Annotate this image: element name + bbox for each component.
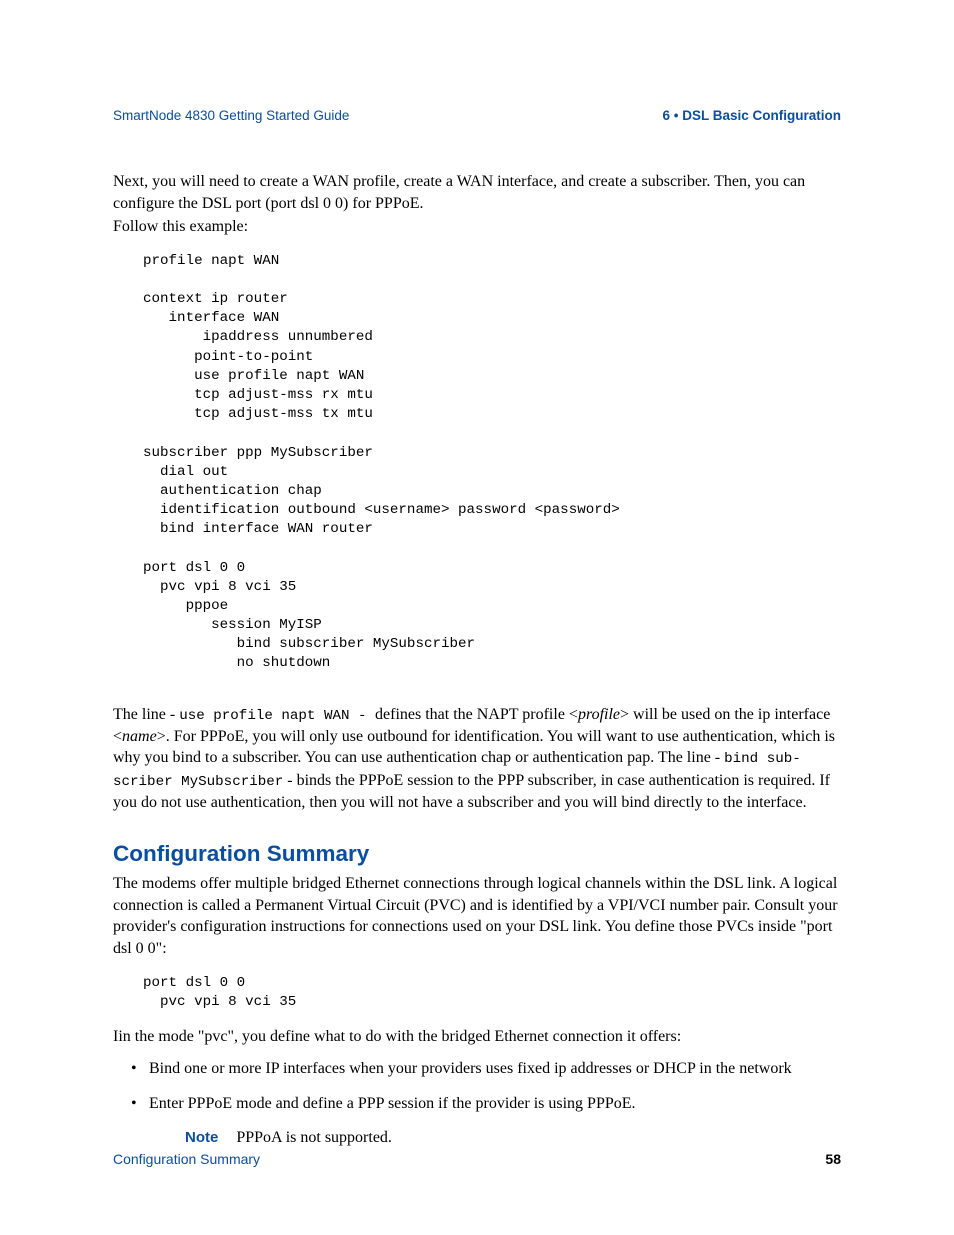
text-run: defines that the NAPT profile < (375, 706, 578, 723)
page-footer: Configuration Summary 58 (113, 1151, 841, 1167)
page-container: SmartNode 4830 Getting Started Guide 6 •… (0, 0, 954, 1235)
code-example-1: profile napt WAN context ip router inter… (143, 252, 841, 674)
page-header: SmartNode 4830 Getting Started Guide 6 •… (113, 108, 841, 123)
chapter-title: 6 • DSL Basic Configuration (663, 108, 842, 123)
intro-paragraph-1: Next, you will need to create a WAN prof… (113, 171, 841, 214)
inline-code-1: use profile napt WAN - (179, 708, 375, 724)
page-number: 58 (825, 1151, 841, 1167)
document-title: SmartNode 4830 Getting Started Guide (113, 108, 349, 123)
explain-paragraph: The line - use profile napt WAN - define… (113, 704, 841, 814)
note-block: Note PPPoA is not supported. (185, 1129, 841, 1147)
summary-paragraph-2: Iin the mode "pvc", you define what to d… (113, 1026, 841, 1048)
footer-section-name: Configuration Summary (113, 1151, 260, 1167)
text-run: The line - (113, 706, 179, 723)
bullet-item-1: Bind one or more IP interfaces when your… (131, 1058, 841, 1080)
italic-profile: profile (578, 706, 620, 723)
italic-name: name (122, 728, 157, 745)
section-heading-configuration-summary: Configuration Summary (113, 841, 841, 867)
intro-paragraph-2: Follow this example: (113, 216, 841, 238)
bullet-item-2: Enter PPPoE mode and define a PPP sessio… (131, 1093, 841, 1115)
bullet-list: Bind one or more IP interfaces when your… (131, 1058, 841, 1115)
code-example-2: port dsl 0 0 pvc vpi 8 vci 35 (143, 974, 841, 1012)
summary-paragraph-1: The modems offer multiple bridged Ethern… (113, 873, 841, 959)
note-label: Note (185, 1129, 218, 1147)
note-text: PPPoA is not supported. (236, 1129, 392, 1147)
